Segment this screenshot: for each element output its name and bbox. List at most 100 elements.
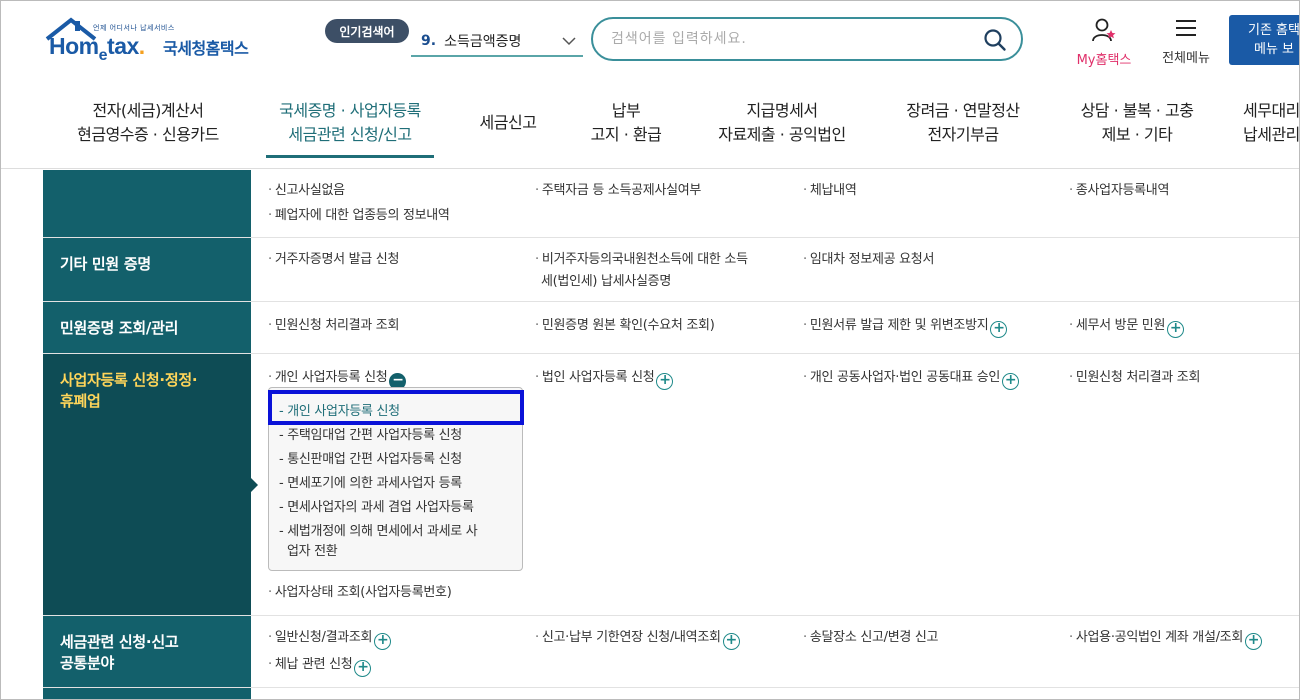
menu-link[interactable]: · 사업용·공익법인 계좌 개설/조회 + [1069, 627, 1263, 650]
all-menu-button[interactable]: 전체메뉴 [1151, 17, 1221, 66]
row-business-registration: 사업자등록 신청·정정· 휴폐업 · 개인 사업자등록 신청 − · 법인 사업자등록… [43, 354, 1299, 616]
submenu-item[interactable]: - 통신판매업 간편 사업자등록 신청 [279, 450, 515, 470]
header: 언제 어디서나 납세서비스 Hometax. 국세청홈택스 인기검색어 9. 소… [1, 1, 1300, 81]
menu-link[interactable]: · 일반신청/결과조회 + [268, 627, 392, 650]
row-head-next [43, 688, 251, 699]
old-button-line1: 기존 홈택 [1248, 23, 1300, 38]
gnb-item-certificate[interactable]: 국세증명 · 사업자등록 세금관련 신청/신고 [263, 99, 437, 147]
menu-link[interactable]: · 민원서류 발급 제한 및 위변조방지 + [803, 315, 1008, 338]
highlight-box [268, 390, 524, 425]
row-head-manage: 민원증명 조회/관리 [43, 302, 251, 353]
user-star-icon [1092, 18, 1116, 42]
gnb-active-underline [266, 155, 434, 158]
menu-link[interactable]: · 임대차 정보제공 요청서 [803, 249, 934, 271]
gnb-line1: 세금신고 [479, 113, 537, 132]
row-etc-certificate: 기타 민원 증명 · 거주자증명서 발급 신청 · 비거주자등의국내원천소득에 대한… [43, 238, 1299, 302]
menu-table: · 신고사실없음 · 폐업자에 대한 업종등의 정보내역 · 주택자금 등 소득공제사… [43, 170, 1299, 699]
row-head-line2: 공통분야 [60, 654, 115, 672]
logo-tagline: 언제 어디서나 납세서비스 [93, 24, 175, 32]
submenu-item[interactable]: - 면세포기에 의한 과세사업자 등록 [279, 474, 515, 494]
gnb-item-consult[interactable]: 상담 · 불복 · 고충 제보 · 기타 [1065, 99, 1209, 147]
active-arrow-icon [251, 477, 258, 492]
menu-link[interactable]: · 민원신청 처리결과 조회 [268, 315, 399, 337]
my-hometax-label: My홈택스 [1076, 53, 1132, 68]
gnb-line1: 상담 · 불복 · 고충 [1080, 101, 1194, 120]
menu-link[interactable]: · 송달장소 신고/변경 신고 [803, 627, 939, 649]
menu-link[interactable]: · 법인 사업자등록 신청 + [535, 367, 674, 390]
gnb-item-statement[interactable]: 지급명세서 자료제출 · 공익법인 [707, 99, 857, 147]
gnb-line1: 지급명세서 [746, 101, 818, 120]
gnb-line2: 제보 · 기타 [1101, 125, 1173, 144]
my-hometax-button[interactable]: My홈택스 [1067, 17, 1141, 68]
menu-link[interactable]: · 민원증명 원본 확인(수요처 조회) [535, 315, 715, 337]
menu-link[interactable]: · 신고사실없음 [268, 180, 345, 202]
menu-link[interactable]: · 세무서 방문 민원 + [1069, 315, 1185, 338]
gnb-line1: 전자(세금)계산서 [92, 101, 204, 120]
row-manage: 민원증명 조회/관리 · 민원신청 처리결과 조회 · 민원증명 원본 확인(수요처… [43, 302, 1299, 354]
menu-link[interactable]: · 폐업자에 대한 업종등의 정보내역 [268, 205, 450, 227]
expand-plus-icon[interactable]: + [354, 660, 372, 677]
menu-link[interactable]: · 사업자상태 조회(사업자등록번호) [268, 582, 452, 604]
gnb-line2: 납세관리 [1243, 125, 1299, 144]
global-nav: 전자(세금)계산서 현금영수증 · 신용카드 국세증명 · 사업자등록 세금관련… [1, 85, 1299, 169]
gnb-line2: 전자기부금 [927, 125, 999, 144]
menu-link[interactable]: · 종사업자등록내역 [1069, 180, 1169, 202]
expand-plus-icon[interactable]: + [1002, 373, 1020, 390]
expand-plus-icon[interactable]: + [656, 373, 674, 390]
search-input[interactable] [611, 31, 971, 47]
gnb-line2: 자료제출 · 공익법인 [718, 125, 846, 144]
menu-link[interactable]: · 체납 관련 신청 + [268, 654, 372, 677]
gnb-item-incentive[interactable]: 장려금 · 연말정산 전자기부금 [893, 99, 1033, 147]
submenu-item[interactable]: - 세법개정에 의해 면세에서 과세로 사 업자 전환 [279, 522, 515, 562]
gnb-item-tax-report[interactable]: 세금신고 [469, 111, 547, 135]
popular-term: 소득금액증명 [444, 34, 522, 50]
gnb-item-tax-agent[interactable]: 세무대리 납세관리 [1243, 99, 1299, 147]
gnb-item-einvoice[interactable]: 전자(세금)계산서 현금영수증 · 신용카드 [63, 99, 233, 147]
row-head-common: 세금관련 신청·신고 공통분야 [43, 616, 251, 687]
popular-rank: 9. [421, 33, 437, 49]
logo-wordmark: Hometax. [49, 33, 145, 64]
row-head-partial [43, 170, 251, 237]
logo-name: 국세청홈택스 [163, 39, 249, 58]
menu-link[interactable]: · 개인 공동사업자·법인 공동대표 승인 + [803, 367, 1020, 390]
row-common: 세금관련 신청·신고 공통분야 · 일반신청/결과조회 + · 체납 관련 신청 + ·… [43, 616, 1299, 688]
gnb-line2: 고지 · 환급 [590, 125, 662, 144]
menu-link[interactable]: · 주택자금 등 소득공제사실여부 [535, 180, 701, 202]
submenu-item[interactable]: - 주택임대업 간편 사업자등록 신청 [279, 426, 515, 446]
all-menu-label: 전체메뉴 [1162, 51, 1210, 66]
popular-search-badge: 인기검색어 [325, 19, 409, 43]
menu-link[interactable]: · 비거주자등의국내원천소득에 대한 소득 세(법인세) 납세사실증명 [535, 249, 795, 293]
gnb-line1: 장려금 · 연말정산 [906, 101, 1020, 120]
menu-link[interactable]: · 거주자증명서 발급 신청 [268, 249, 399, 271]
old-button-line2: 메뉴 보 [1253, 42, 1294, 57]
chevron-down-icon [562, 37, 576, 46]
gnb-line2: 현금영수증 · 신용카드 [77, 125, 219, 144]
popular-search-select[interactable]: 9. 소득금액증명 [411, 27, 583, 57]
row-head-etc: 기타 민원 증명 [43, 238, 251, 301]
row-partial: · 신고사실없음 · 폐업자에 대한 업종등의 정보내역 · 주택자금 등 소득공제사… [43, 170, 1299, 238]
menu-link[interactable]: · 체납내역 [803, 180, 857, 202]
expand-plus-icon[interactable]: + [374, 633, 392, 650]
row-head-line2: 휴폐업 [60, 392, 101, 410]
gnb-line2: 세금관련 신청/신고 [288, 125, 412, 144]
menu-link[interactable]: · 민원신청 처리결과 조회 [1069, 367, 1200, 389]
expand-plus-icon[interactable]: + [990, 321, 1008, 338]
old-hometax-menu-button[interactable]: 기존 홈택 메뉴 보 [1229, 15, 1300, 65]
gnb-line1: 세무대리 [1243, 101, 1299, 120]
search-box [591, 17, 1023, 61]
gnb-line1: 국세증명 · 사업자등록 [279, 101, 421, 120]
gnb-item-payment[interactable]: 납부 고지 · 환급 [581, 99, 671, 147]
hamburger-menu-icon [1176, 20, 1196, 36]
row-next [43, 688, 1299, 699]
expand-plus-icon[interactable]: + [722, 633, 740, 650]
menu-link[interactable]: · 신고·납부 기한연장 신청/내역조회 + [535, 627, 740, 650]
submenu-item[interactable]: - 면세사업자의 과세 겸업 사업자등록 [279, 498, 515, 518]
expand-plus-icon[interactable]: + [1167, 321, 1185, 338]
row-head-line1: 세금관련 신청·신고 [60, 633, 179, 651]
hometax-logo[interactable]: 언제 어디서나 납세서비스 Hometax. 국세청홈택스 [45, 17, 275, 65]
row-head-line1: 사업자등록 신청·정정· [60, 371, 198, 389]
gnb-line1: 납부 [611, 101, 641, 120]
expand-plus-icon[interactable]: + [1245, 633, 1263, 650]
row-head-bizreg: 사업자등록 신청·정정· 휴폐업 [43, 354, 258, 615]
search-icon[interactable] [983, 28, 1007, 52]
